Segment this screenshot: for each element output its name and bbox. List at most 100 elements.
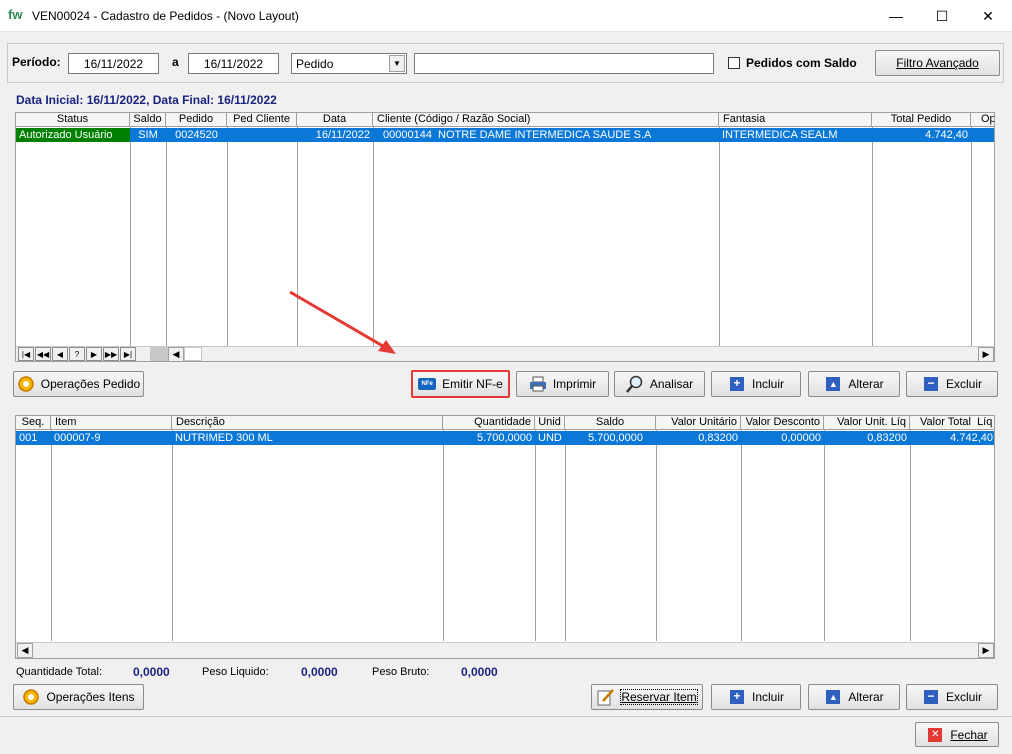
col-valor-unitario[interactable]: Valor Unitário bbox=[656, 416, 741, 430]
row-cliente: 00000144 NOTRE DAME INTERMEDICA SAUDE S.… bbox=[383, 129, 652, 141]
filtro-avancado-label: Filtro Avançado bbox=[896, 56, 979, 70]
minus-icon: − bbox=[922, 688, 940, 706]
row-pedido: 0024520 bbox=[175, 129, 218, 141]
scroll-left-icon[interactable]: ◀ bbox=[168, 347, 184, 361]
close-icon: ✕ bbox=[926, 726, 944, 744]
scroll-right-icon[interactable]: ▶ bbox=[978, 643, 994, 658]
col-status[interactable]: Status bbox=[16, 113, 130, 127]
col-saldo[interactable]: Saldo bbox=[130, 113, 166, 127]
item-descricao: NUTRIMED 300 ML bbox=[175, 432, 273, 444]
operacoes-itens-button[interactable]: Operações Itens bbox=[13, 684, 144, 710]
scroll-left-icon[interactable]: ◀ bbox=[17, 643, 33, 658]
col-valor-total-liq[interactable]: Valor Total Líq bbox=[910, 416, 994, 430]
incluir-pedido-label: Incluir bbox=[751, 377, 784, 391]
search-input[interactable] bbox=[414, 53, 714, 74]
next-record-icon[interactable]: ▶ bbox=[86, 347, 102, 361]
date-to-input[interactable]: 16/11/2022 bbox=[188, 53, 279, 74]
scroll-right-icon[interactable]: ▶ bbox=[978, 347, 994, 361]
alterar-item-button[interactable]: ▲ Alterar bbox=[808, 684, 900, 710]
col-total-pedido[interactable]: Total Pedido bbox=[872, 113, 971, 127]
triangle-up-icon: ▲ bbox=[824, 375, 842, 393]
items-horizontal-scrollbar[interactable] bbox=[16, 642, 994, 658]
item-quantidade: 5.700,0000 bbox=[476, 432, 532, 444]
filtro-avancado-button[interactable]: Filtro Avançado bbox=[875, 50, 1000, 76]
nfe-icon-text: NFe bbox=[418, 378, 437, 390]
excluir-pedido-button[interactable]: − Excluir bbox=[906, 371, 998, 397]
periodo-label: Período: bbox=[12, 55, 61, 69]
item-code: 000007-9 bbox=[54, 432, 101, 444]
col-data[interactable]: Data bbox=[297, 113, 373, 127]
nfe-icon: NFe bbox=[418, 375, 437, 393]
alterar-item-label: Alterar bbox=[848, 690, 884, 704]
fechar-button[interactable]: ✕ Fechar bbox=[915, 722, 999, 747]
fechar-label: Fechar bbox=[950, 727, 988, 742]
item-valor-unitario: 0,83200 bbox=[698, 432, 738, 444]
col-ped-cliente[interactable]: Ped Cliente bbox=[227, 113, 297, 127]
prior-page-icon[interactable]: ◀◀ bbox=[35, 347, 51, 361]
col-seq[interactable]: Seq. bbox=[16, 416, 51, 430]
col-unid[interactable]: Unid bbox=[535, 416, 565, 430]
row-fantasia: INTERMEDICA SEALM bbox=[722, 129, 838, 141]
close-window-button[interactable]: ✕ bbox=[965, 0, 1011, 32]
maximize-icon: ☐ bbox=[935, 7, 949, 24]
col-saldo-item[interactable]: Saldo bbox=[565, 416, 656, 430]
analisar-label: Analisar bbox=[649, 377, 694, 391]
first-record-icon[interactable]: |◀ bbox=[18, 347, 34, 361]
row-total: 4.742,40 bbox=[925, 129, 968, 141]
prior-record-icon[interactable]: ◀ bbox=[52, 347, 68, 361]
incluir-item-label: Incluir bbox=[751, 690, 784, 704]
row-saldo: SIM bbox=[138, 129, 158, 141]
minimize-button[interactable]: — bbox=[873, 0, 919, 32]
imprimir-button[interactable]: Imprimir bbox=[516, 371, 609, 397]
plus-icon: + bbox=[728, 375, 746, 393]
emitir-nfe-button[interactable]: NFe Emitir NF-e bbox=[411, 370, 510, 398]
pedidos-saldo-checkbox[interactable] bbox=[728, 57, 740, 69]
col-item[interactable]: Item bbox=[51, 416, 172, 430]
operacoes-pedido-label: Operações Pedido bbox=[40, 377, 141, 391]
alterar-pedido-label: Alterar bbox=[848, 377, 884, 391]
emitir-nfe-label: Emitir NF-e bbox=[442, 377, 503, 391]
minimize-icon: — bbox=[889, 8, 903, 24]
col-descricao[interactable]: Descrição bbox=[172, 416, 443, 430]
row-ped-cliente bbox=[227, 128, 297, 142]
peso-liquido-value: 0,0000 bbox=[301, 665, 338, 679]
incluir-pedido-button[interactable]: + Incluir bbox=[711, 371, 801, 397]
scroll-thumb[interactable] bbox=[184, 347, 202, 361]
edit-icon bbox=[597, 688, 615, 706]
alterar-pedido-button[interactable]: ▲ Alterar bbox=[808, 371, 900, 397]
operacoes-itens-label: Operações Itens bbox=[46, 690, 135, 704]
type-select[interactable]: Pedido ▼ bbox=[291, 53, 407, 74]
items-grid: Seq. Item Descrição Quantidade Unid Sald… bbox=[15, 415, 995, 659]
chevron-down-icon[interactable]: ▼ bbox=[389, 55, 405, 72]
col-pedido[interactable]: Pedido bbox=[166, 113, 227, 127]
col-valor-unit-liq[interactable]: Valor Unit. Líq bbox=[824, 416, 910, 430]
item-unid: UND bbox=[538, 432, 562, 444]
col-quantidade[interactable]: Quantidade bbox=[443, 416, 535, 430]
triangle-up-icon: ▲ bbox=[824, 688, 842, 706]
last-record-icon[interactable]: ▶| bbox=[120, 347, 136, 361]
col-valor-desconto[interactable]: Valor Desconto bbox=[741, 416, 824, 430]
help-icon[interactable]: ? bbox=[69, 347, 85, 361]
maximize-button[interactable]: ☐ bbox=[919, 0, 965, 32]
reservar-item-label: Reservar Item bbox=[620, 689, 698, 705]
window-title: VEN00024 - Cadastro de Pedidos - (Novo L… bbox=[32, 9, 299, 23]
imprimir-label: Imprimir bbox=[552, 377, 597, 391]
col-op[interactable]: Op bbox=[971, 113, 994, 127]
operacoes-pedido-button[interactable]: Operações Pedido bbox=[13, 371, 144, 397]
reservar-item-button[interactable]: Reservar Item bbox=[591, 684, 703, 710]
excluir-pedido-label: Excluir bbox=[945, 377, 982, 391]
next-page-icon[interactable]: ▶▶ bbox=[103, 347, 119, 361]
col-fantasia[interactable]: Fantasia bbox=[719, 113, 872, 127]
period-info: Data Inicial: 16/11/2022, Data Final: 16… bbox=[16, 93, 277, 107]
magnifier-icon bbox=[625, 375, 644, 393]
gear-icon bbox=[17, 375, 35, 393]
excluir-item-button[interactable]: − Excluir bbox=[906, 684, 998, 710]
item-saldo: 5.700,0000 bbox=[587, 432, 643, 444]
col-cliente[interactable]: Cliente (Código / Razão Social) bbox=[373, 113, 719, 127]
date-from-input[interactable]: 16/11/2022 bbox=[68, 53, 159, 74]
analisar-button[interactable]: Analisar bbox=[614, 371, 705, 397]
app-logo: fw bbox=[8, 7, 23, 22]
item-valor-total-liq: 4.742,40 bbox=[950, 432, 993, 444]
plus-icon: + bbox=[728, 688, 746, 706]
incluir-item-button[interactable]: + Incluir bbox=[711, 684, 801, 710]
